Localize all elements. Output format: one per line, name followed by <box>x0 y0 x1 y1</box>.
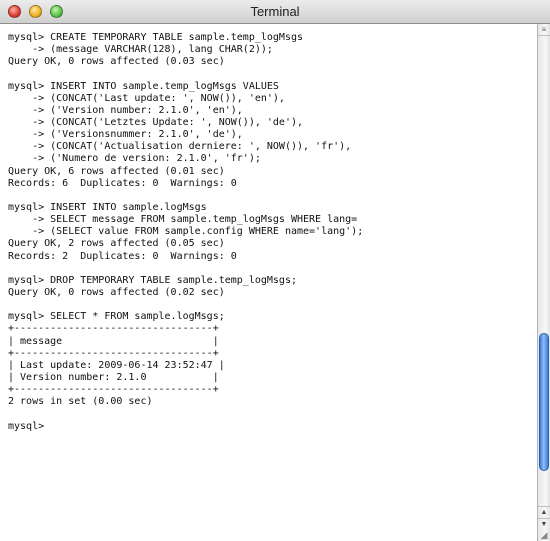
terminal-line: mysql> <box>8 420 45 432</box>
terminal-line: Records: 2 Duplicates: 0 Warnings: 0 <box>8 250 237 262</box>
terminal-line: -> SELECT message FROM sample.temp_logMs… <box>8 214 358 226</box>
terminal-line: mysql> INSERT INTO sample.logMsgs <box>8 201 207 213</box>
terminal-line: +---------------------------------+ <box>8 347 219 359</box>
terminal-line: -> (CONCAT('Last update: ', NOW()), 'en'… <box>8 92 285 104</box>
terminal-line: | Last update: 2009-06-14 23:52:47 | <box>8 359 225 371</box>
terminal-line: Query OK, 6 rows affected (0.01 sec) <box>8 165 225 177</box>
scrollbar-top-cap: ≡ <box>538 24 550 36</box>
terminal-output: mysql> CREATE TEMPORARY TABLE sample.tem… <box>0 24 537 433</box>
terminal-line: -> (CONCAT('Actualisation derniere: ', N… <box>8 141 352 153</box>
arrow-up-icon[interactable]: ▲ <box>538 506 550 518</box>
terminal-line: +---------------------------------+ <box>8 384 219 396</box>
vertical-scrollbar[interactable]: ≡ ▲ ▼ <box>537 24 550 541</box>
terminal-line: | Version number: 2.1.0 | <box>8 371 219 383</box>
terminal-line: Records: 6 Duplicates: 0 Warnings: 0 <box>8 177 237 189</box>
terminal-line: +---------------------------------+ <box>8 323 219 335</box>
terminal-line: mysql> SELECT * FROM sample.logMsgs; <box>8 311 225 323</box>
terminal-line: 2 rows in set (0.00 sec) <box>8 396 153 408</box>
terminal-line: Query OK, 0 rows affected (0.03 sec) <box>8 56 225 68</box>
terminal-line: -> (SELECT value FROM sample.config WHER… <box>8 226 364 238</box>
terminal-line: Query OK, 2 rows affected (0.05 sec) <box>8 238 225 250</box>
terminal-window: Terminal mysql> CREATE TEMPORARY TABLE s… <box>0 0 550 541</box>
terminal-line: | message | <box>8 335 219 347</box>
terminal-line: mysql> DROP TEMPORARY TABLE sample.temp_… <box>8 274 297 286</box>
arrow-down-icon[interactable]: ▼ <box>538 518 550 530</box>
terminal-line: -> (message VARCHAR(128), lang CHAR(2)); <box>8 44 273 56</box>
terminal-line: -> ('Versionsnummer: 2.1.0', 'de'), <box>8 129 243 141</box>
title-bar[interactable]: Terminal <box>0 0 550 24</box>
terminal-line: Query OK, 0 rows affected (0.02 sec) <box>8 286 225 298</box>
terminal-line: -> ('Version number: 2.1.0', 'en'), <box>8 104 243 116</box>
resize-grip-icon[interactable]: ◢ <box>538 530 550 541</box>
window-title: Terminal <box>250 4 300 19</box>
terminal-content[interactable]: mysql> CREATE TEMPORARY TABLE sample.tem… <box>0 24 537 541</box>
terminal-line: mysql> INSERT INTO sample.temp_logMsgs V… <box>8 80 279 92</box>
terminal-line: -> ('Numero de version: 2.1.0', 'fr'); <box>8 153 261 165</box>
scrollbar-thumb[interactable] <box>539 333 549 472</box>
terminal-line: mysql> CREATE TEMPORARY TABLE sample.tem… <box>8 32 304 43</box>
terminal-line: -> (CONCAT('Letztes Update: ', NOW()), '… <box>8 116 304 128</box>
